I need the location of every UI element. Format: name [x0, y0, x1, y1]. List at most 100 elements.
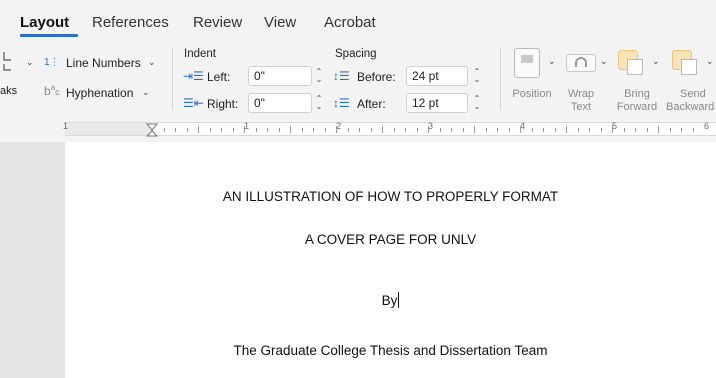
ruler-tick: [669, 128, 671, 132]
position-icon[interactable]: [514, 48, 540, 78]
group-divider: [500, 48, 501, 110]
ruler-tick: [278, 128, 280, 132]
ruler-number: 6: [704, 121, 710, 131]
ruler-tick: [255, 128, 257, 132]
ruler-tick: [382, 126, 383, 133]
bring-forward-chevron-down-icon[interactable]: ⌄: [652, 56, 660, 67]
ruler-tick: [347, 128, 349, 132]
ruler-tick: [324, 128, 326, 132]
spacing-after-icon: ↕☰: [333, 96, 350, 110]
indent-left-stepper[interactable]: ⌃ ⌄: [314, 68, 324, 86]
indent-left-icon: ⇥☰: [183, 69, 204, 83]
indent-right-stepper[interactable]: ⌃ ⌄: [314, 95, 324, 113]
bring-forward-label[interactable]: Bring Forward: [612, 88, 662, 114]
spacing-before-input[interactable]: 24 pt: [406, 66, 468, 86]
hyphenation-chevron-down-icon[interactable]: ⌄: [142, 87, 150, 98]
doc-title-line-1[interactable]: AN ILLUSTRATION OF HOW TO PROPERLY FORMA…: [65, 189, 716, 204]
ribbon: ⌄ 1⋮ Line Numbers ⌄ aks bac Hyphenation …: [0, 38, 716, 118]
ruler-tick: [209, 128, 211, 132]
ruler-tick: [405, 128, 406, 132]
breaks-label[interactable]: aks: [0, 85, 17, 97]
ruler-tick: [232, 128, 234, 132]
ruler-tick: [600, 128, 602, 132]
hyphenation-label[interactable]: Hyphenation: [66, 86, 133, 100]
active-tab-indicator: [20, 34, 78, 37]
spacing-after-input[interactable]: 12 pt: [406, 93, 468, 113]
indent-marker-icon[interactable]: [146, 123, 158, 139]
send-backward-label[interactable]: Send Backward: [666, 88, 716, 114]
hyphenation-icon: bac: [44, 83, 60, 98]
ruler-tick: [474, 126, 475, 133]
indent-right-label: Right:: [207, 97, 239, 111]
indent-left-label: Left:: [207, 70, 231, 84]
ruler-tick: [462, 128, 464, 132]
spacing-before-stepper[interactable]: ⌃ ⌄: [472, 68, 482, 86]
ruler-tick: [428, 126, 429, 133]
text-cursor: [398, 292, 400, 308]
indent-right-icon: ☰⇤: [183, 96, 204, 110]
send-backward-chevron-down-icon[interactable]: ⌄: [706, 56, 714, 67]
ruler-tick: [485, 128, 487, 132]
ruler-tick: [692, 128, 694, 132]
ruler-tick: [370, 128, 372, 132]
position-chevron-down-icon[interactable]: ⌄: [548, 56, 556, 67]
breaks-chevron-down-icon[interactable]: ⌄: [26, 57, 34, 68]
tab-acrobat[interactable]: Acrobat: [324, 14, 376, 31]
ruler-tick: [451, 128, 452, 132]
position-label[interactable]: Position: [506, 88, 558, 101]
line-numbers-chevron-down-icon[interactable]: ⌄: [148, 57, 156, 68]
ruler-track: 1 1 2 3 4 5 6: [63, 121, 716, 139]
indent-right-input[interactable]: 0": [248, 93, 312, 113]
document-canvas[interactable]: AN ILLUSTRATION OF HOW TO PROPERLY FORMA…: [0, 142, 716, 378]
spacing-before-label: Before:: [357, 70, 396, 84]
line-numbers-button[interactable]: 1⋮: [44, 54, 60, 68]
horizontal-ruler[interactable]: 1 1 2 3 4 5 6: [0, 118, 716, 142]
tab-review[interactable]: Review: [193, 14, 242, 31]
ruler-tick: [221, 128, 222, 132]
doc-title-line-2[interactable]: A COVER PAGE FOR UNLV: [65, 232, 716, 247]
wrap-text-label-line-2: Text: [570, 101, 592, 113]
doc-author-line[interactable]: The Graduate College Thesis and Disserta…: [65, 343, 716, 358]
bring-forward-label-line-2: Forward: [616, 101, 658, 113]
line-numbers-label[interactable]: Line Numbers: [66, 56, 141, 70]
wrap-text-label[interactable]: Wrap Text: [560, 88, 602, 114]
tab-references[interactable]: References: [92, 14, 169, 31]
ruler-tick: [267, 128, 268, 132]
ruler-tick: [612, 126, 613, 133]
indent-title: Indent: [184, 48, 216, 60]
indent-left-input[interactable]: 0": [248, 66, 312, 86]
send-backward-icon[interactable]: [672, 50, 697, 75]
ruler-tick: [623, 128, 625, 132]
breaks-icon[interactable]: [2, 50, 16, 75]
ruler-tick: [543, 128, 544, 132]
ruler-tick: [531, 128, 533, 132]
ruler-tick: [313, 128, 314, 132]
document-page[interactable]: AN ILLUSTRATION OF HOW TO PROPERLY FORMA…: [65, 142, 716, 378]
spacing-after-stepper[interactable]: ⌃ ⌄: [472, 95, 482, 113]
wrap-text-icon[interactable]: [566, 54, 596, 72]
ruler-tick: [554, 128, 556, 132]
bring-forward-label-line-1: Bring: [624, 88, 650, 100]
ruler-tick: [497, 128, 498, 132]
ruler-tick: [393, 128, 395, 132]
bring-forward-icon[interactable]: [618, 50, 643, 75]
doc-by-line[interactable]: By: [65, 292, 716, 308]
send-backward-label-line-1: Send: [680, 88, 706, 100]
ruler-tick: [244, 126, 245, 133]
ruler-left-margin: [65, 123, 152, 135]
ruler-tick: [635, 128, 636, 132]
ruler-tick: [336, 126, 337, 133]
ruler-tick: [589, 128, 590, 132]
ribbon-tab-bar: Layout References Review View Acrobat: [0, 0, 716, 37]
ruler-tick: [520, 126, 521, 133]
ruler-tick: [646, 128, 648, 132]
ruler-tick: [439, 128, 441, 132]
ruler-tick: [198, 126, 199, 133]
wrap-text-chevron-down-icon[interactable]: ⌄: [600, 56, 608, 67]
ruler-tick: [186, 128, 188, 132]
tab-layout[interactable]: Layout: [20, 14, 69, 31]
ruler-tick: [566, 126, 567, 133]
ruler-tick: [681, 128, 682, 132]
spacing-before-icon: ↕☰: [333, 69, 350, 83]
tab-view[interactable]: View: [264, 14, 296, 31]
